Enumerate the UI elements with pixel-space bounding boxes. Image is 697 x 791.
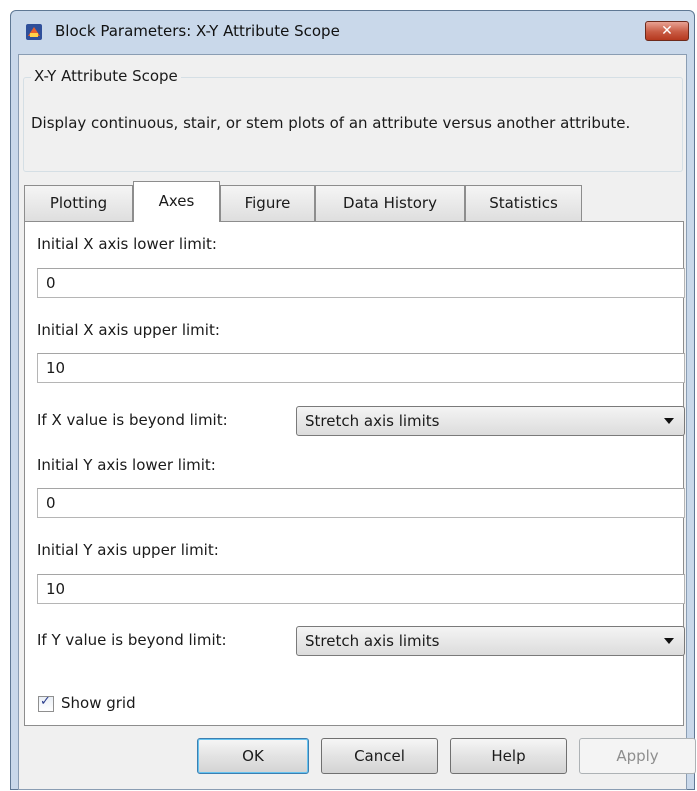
- tab-bar: Plotting Axes Figure Data History Statis…: [24, 181, 684, 222]
- dialog-client-area: X-Y Attribute Scope Display continuous, …: [18, 54, 696, 790]
- chevron-down-icon: [664, 418, 674, 424]
- tab-axes[interactable]: Axes: [133, 181, 220, 222]
- block-description: Display continuous, stair, or stem plots…: [31, 114, 631, 132]
- x-lower-limit-input[interactable]: [38, 269, 684, 297]
- tab-plotting[interactable]: Plotting: [24, 185, 133, 221]
- x-beyond-limit-value: Stretch axis limits: [305, 412, 440, 430]
- window-title: Block Parameters: X-Y Attribute Scope: [55, 22, 340, 40]
- x-upper-limit-field[interactable]: [37, 353, 685, 383]
- y-upper-limit-label: Initial Y axis upper limit:: [37, 541, 219, 559]
- y-lower-limit-input[interactable]: [38, 489, 684, 517]
- close-button[interactable]: ✕: [645, 21, 689, 41]
- x-upper-limit-label: Initial X axis upper limit:: [37, 321, 220, 339]
- checkmark-icon: ✓: [40, 694, 51, 709]
- y-beyond-limit-value: Stretch axis limits: [305, 632, 440, 650]
- show-grid-checkbox[interactable]: ✓: [38, 694, 54, 712]
- apply-button[interactable]: Apply: [579, 738, 696, 774]
- tab-data-history[interactable]: Data History: [315, 185, 465, 221]
- y-beyond-limit-label: If Y value is beyond limit:: [37, 631, 227, 649]
- help-button[interactable]: Help: [450, 738, 567, 774]
- group-title: X-Y Attribute Scope: [31, 67, 181, 85]
- y-upper-limit-input[interactable]: [38, 575, 684, 603]
- close-icon: ✕: [661, 23, 673, 39]
- y-beyond-limit-dropdown[interactable]: Stretch axis limits: [296, 626, 685, 656]
- show-grid-label[interactable]: Show grid: [61, 694, 136, 712]
- x-upper-limit-input[interactable]: [38, 354, 684, 382]
- tab-statistics[interactable]: Statistics: [465, 185, 582, 221]
- chevron-down-icon: [664, 638, 674, 644]
- title-bar[interactable]: Block Parameters: X-Y Attribute Scope ✕: [11, 11, 694, 53]
- x-lower-limit-label: Initial X axis lower limit:: [37, 235, 217, 253]
- simulink-block-icon: [26, 24, 42, 40]
- tab-figure[interactable]: Figure: [220, 185, 315, 221]
- dialog-window: Block Parameters: X-Y Attribute Scope ✕ …: [10, 10, 696, 790]
- x-lower-limit-field[interactable]: [37, 268, 685, 298]
- cancel-button[interactable]: Cancel: [321, 738, 438, 774]
- y-upper-limit-field[interactable]: [37, 574, 685, 604]
- y-lower-limit-field[interactable]: [37, 488, 685, 518]
- x-beyond-limit-dropdown[interactable]: Stretch axis limits: [296, 406, 685, 436]
- y-lower-limit-label: Initial Y axis lower limit:: [37, 456, 216, 474]
- ok-button[interactable]: OK: [197, 738, 309, 774]
- x-beyond-limit-label: If X value is beyond limit:: [37, 411, 228, 429]
